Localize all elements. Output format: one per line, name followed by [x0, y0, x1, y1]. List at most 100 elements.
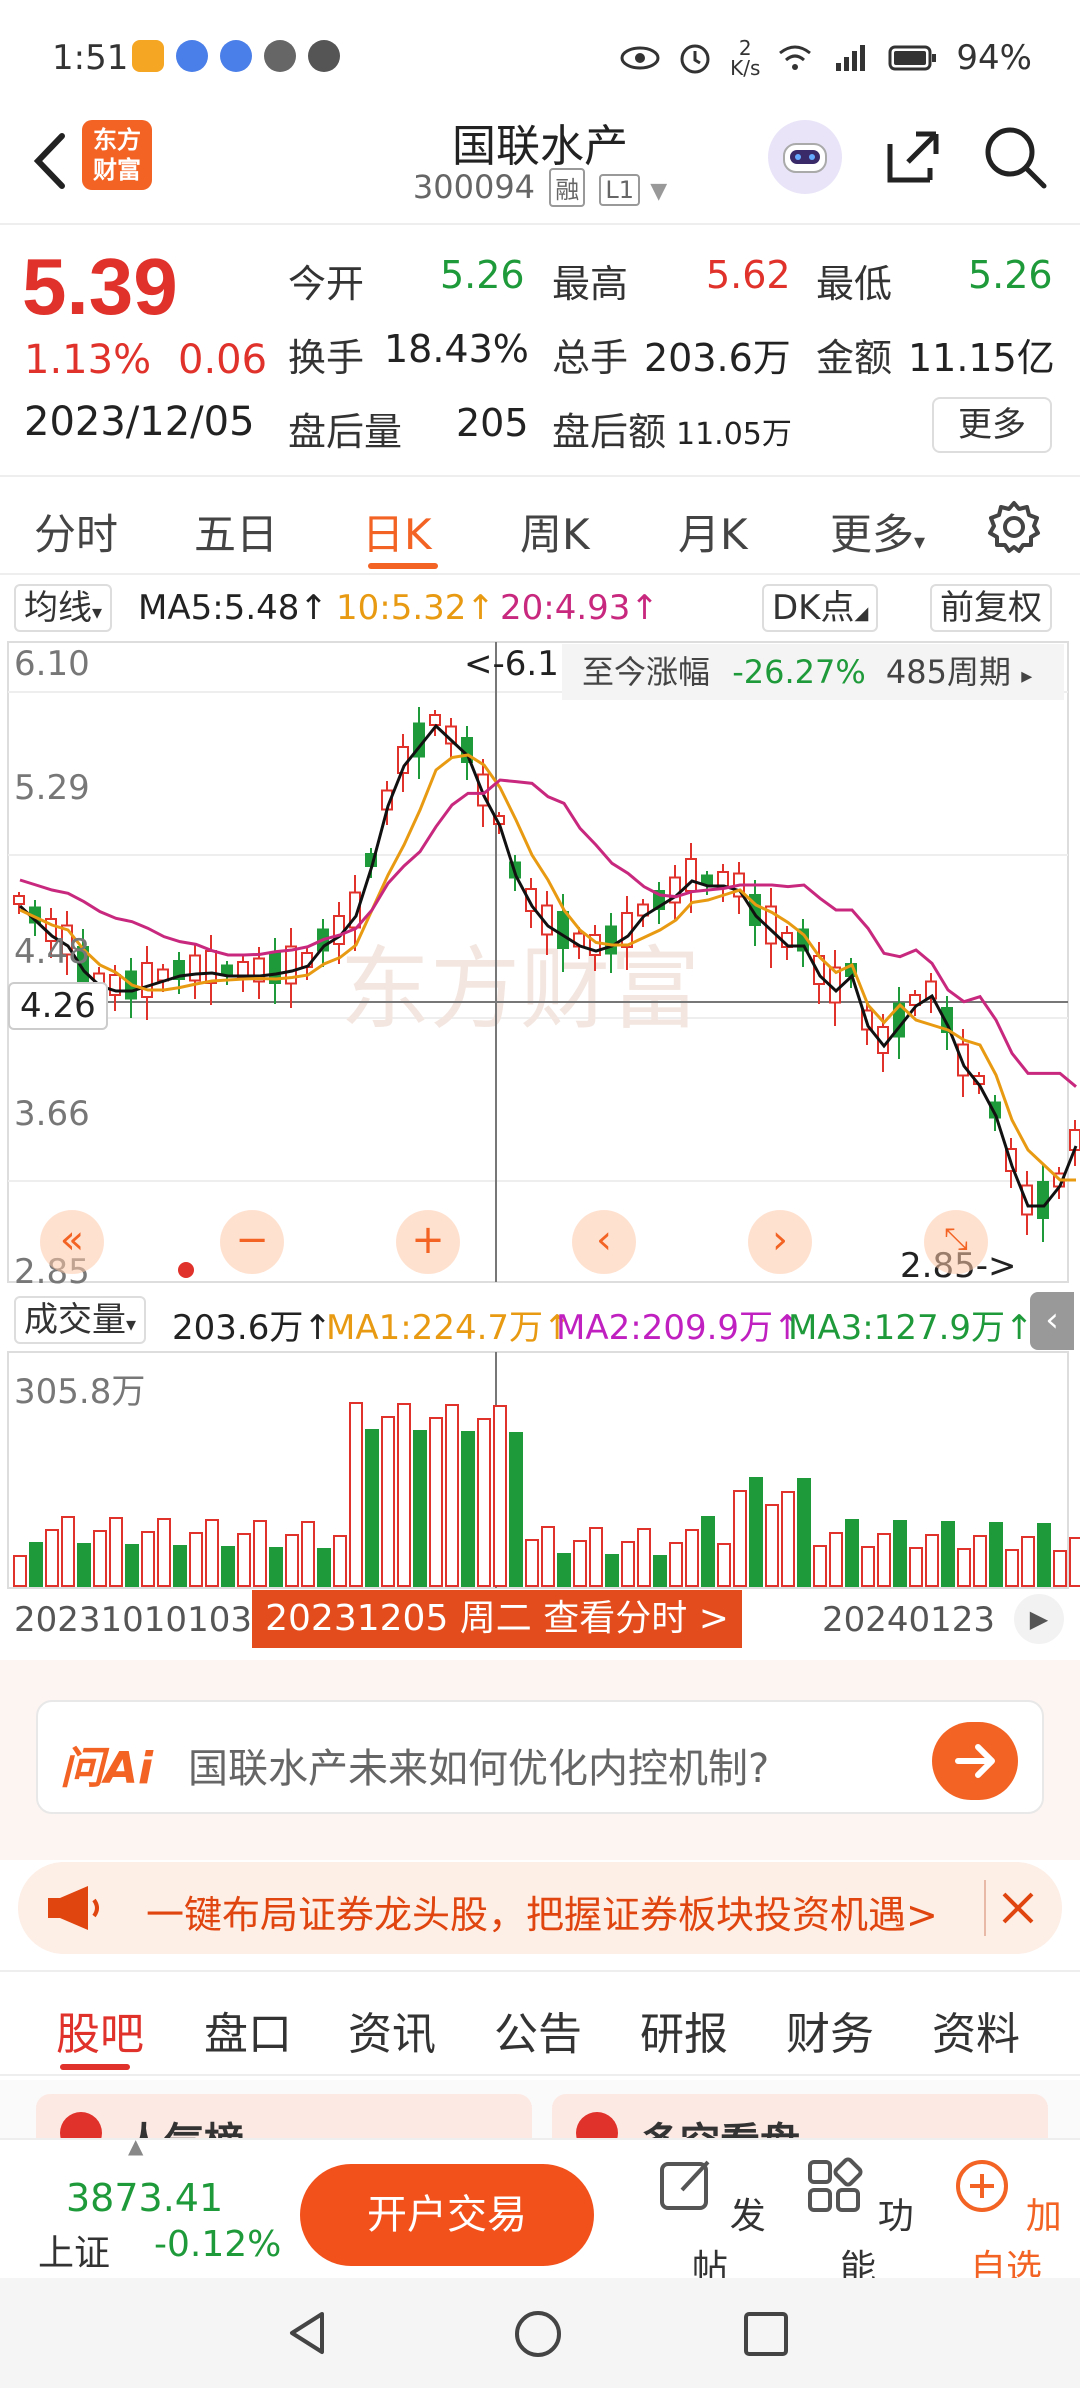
scroll-left-fast-button[interactable]: « [40, 1210, 104, 1274]
nav-back-icon[interactable] [282, 2308, 332, 2358]
volume-bar [253, 1520, 267, 1587]
arrow-right-icon[interactable] [932, 1722, 1018, 1800]
tab-financials[interactable]: 财务 [786, 1998, 874, 2062]
volume-bar [925, 1534, 939, 1587]
chevron-down-icon[interactable]: ▼ [650, 179, 667, 204]
volume-bar [1037, 1523, 1051, 1587]
dk-point-selector[interactable]: DK点◢ [762, 584, 879, 632]
volume-bar [653, 1555, 667, 1587]
tab-news[interactable]: 资讯 [348, 1998, 436, 2062]
tab-research[interactable]: 研报 [640, 1998, 728, 2062]
tab-monthly-k[interactable]: 月K [678, 501, 748, 562]
view-intraday-button[interactable]: 20231205 周二 查看分时 > [252, 1590, 742, 1648]
volume-bar [45, 1529, 59, 1587]
volume-bar [333, 1535, 347, 1587]
volume-chart[interactable]: 305.8万 [0, 1350, 1080, 1590]
volume-bar [701, 1516, 715, 1587]
tab-profile[interactable]: 资料 [932, 1998, 1020, 2062]
zoom-out-button[interactable]: − [220, 1210, 284, 1274]
expand-icon[interactable]: ⤡ [924, 1210, 988, 1274]
quote-panel: 5.39 1.13% 0.06 2023/12/05 今开 5.26 最高 5.… [0, 227, 1080, 467]
tab-announcements[interactable]: 公告 [494, 1998, 582, 2062]
volume-bar [893, 1520, 907, 1587]
level-tag[interactable]: L1 [599, 174, 641, 206]
volume-bar [269, 1547, 283, 1587]
function-button[interactable]: 功能 [798, 2154, 918, 2291]
volume-bar [93, 1530, 107, 1587]
volume-bar [749, 1477, 763, 1587]
more-button[interactable]: 更多 [932, 397, 1052, 453]
promo-banner[interactable]: 一键布局证券龙头股，把握证券板块投资机遇> [18, 1862, 1062, 1954]
close-icon[interactable] [984, 1880, 1040, 1936]
volume-label: 总手 [552, 336, 629, 380]
volume-selector[interactable]: 成交量▾ [14, 1296, 147, 1344]
volume-max-label: 305.8万 [14, 1372, 146, 1412]
after-hours-amount-label: 盘后额 [552, 410, 667, 454]
scroll-right-button[interactable]: › [748, 1210, 812, 1274]
play-icon[interactable]: ▶ [1014, 1594, 1064, 1644]
ask-ai-question[interactable]: 国联水产未来如何优化内控机制? [188, 1736, 769, 1794]
tab-weekly-k[interactable]: 周K [520, 501, 590, 562]
candle [13, 895, 25, 905]
tab-intraday[interactable]: 分时 [34, 501, 118, 562]
volume-bar [61, 1516, 75, 1587]
scroll-left-button[interactable]: ‹ [572, 1210, 636, 1274]
chevron-right-icon: ▸ [1021, 664, 1033, 689]
candle [141, 962, 153, 998]
ask-ai-bar[interactable]: 问Ai 国联水产未来如何优化内控机制? [36, 1700, 1044, 1814]
volume-bar [1021, 1536, 1035, 1587]
notification-icons [132, 40, 340, 72]
since-gain-box[interactable]: 至今涨幅 -26.27% 485周期 ▸ [562, 644, 1064, 700]
volume-bar [381, 1416, 395, 1587]
add-watchlist-button[interactable]: 加自选 [946, 2154, 1066, 2291]
quote-date: 2023/12/05 [24, 399, 255, 445]
zoom-in-button[interactable]: + [396, 1210, 460, 1274]
stock-header: 东方 财富 国联水产 300094 融 L1 ▼ [0, 110, 1080, 225]
candle [621, 912, 633, 948]
index-value[interactable]: 3873.41 [66, 2176, 223, 2220]
stock-code: 300094 [412, 168, 536, 206]
plus-circle-icon [956, 2160, 1009, 2212]
nav-home-icon[interactable] [512, 2308, 564, 2360]
volume-bar [141, 1531, 155, 1587]
section-tabs: 股吧 盘口 资讯 公告 研报 财务 资料 [0, 1970, 1080, 2076]
volume-bar [829, 1532, 843, 1587]
bottom-trade-bar: ▲ 3873.41 上证 -0.12% 开户交易 发帖 功能 加自选 [0, 2134, 1080, 2289]
send-notification-icon [264, 40, 296, 72]
tab-five-day[interactable]: 五日 [194, 501, 278, 562]
volume-indicator-bar: 成交量▾ 203.6万↑ MA1:224.7万↑ MA2:209.9万↑ MA3… [0, 1292, 1080, 1350]
settings-gear-icon[interactable] [986, 499, 1042, 555]
ma-selector[interactable]: 均线▾ [14, 584, 113, 632]
share-icon[interactable] [876, 120, 950, 194]
tab-daily-k[interactable]: 日K [362, 501, 432, 562]
volume-bar [941, 1521, 955, 1587]
tab-orderbook[interactable]: 盘口 [204, 1998, 292, 2062]
volume-bar [173, 1545, 187, 1587]
status-bar: 1:51 2 K/s 94% [0, 0, 1080, 110]
kline-chart[interactable]: 东方财富 6.10 5.29 4.48 3.66 2.85 4.26 <-6.1… [0, 640, 1080, 1292]
tab-more[interactable]: 更多▾ [830, 501, 925, 562]
y-axis-label: 6.10 [14, 644, 90, 684]
ma20-value: 20:4.93↑ [500, 588, 659, 628]
post-button[interactable]: 发帖 [650, 2154, 770, 2291]
adjust-selector[interactable]: 前复权 [930, 584, 1052, 632]
wifi-icon [779, 45, 812, 70]
date-right: 20240123 [822, 1600, 996, 1640]
high-value: 5.62 [706, 253, 791, 297]
ma10-value: 10:5.32↑ [336, 588, 495, 628]
open-account-trade-button[interactable]: 开户交易 [300, 2164, 594, 2266]
volume-bar [781, 1491, 795, 1587]
since-gain-label: 至今涨幅 [582, 653, 711, 691]
robot-assistant-icon[interactable] [768, 120, 842, 194]
search-icon[interactable] [978, 120, 1052, 194]
nav-recents-icon[interactable] [742, 2310, 790, 2358]
volume-value: 203.6万 [644, 336, 791, 380]
promo-text[interactable]: 一键布局证券龙头股，把握证券板块投资机遇> [146, 1884, 938, 1939]
index-change[interactable]: -0.12% [154, 2224, 281, 2265]
volume-bar [797, 1478, 811, 1587]
tab-guba[interactable]: 股吧 [56, 1998, 144, 2062]
index-name[interactable]: 上证 [38, 2224, 110, 2276]
volume-bar [877, 1533, 891, 1587]
collapse-panel-button[interactable]: ‹ [1030, 1292, 1074, 1350]
volume-bar [813, 1545, 827, 1587]
